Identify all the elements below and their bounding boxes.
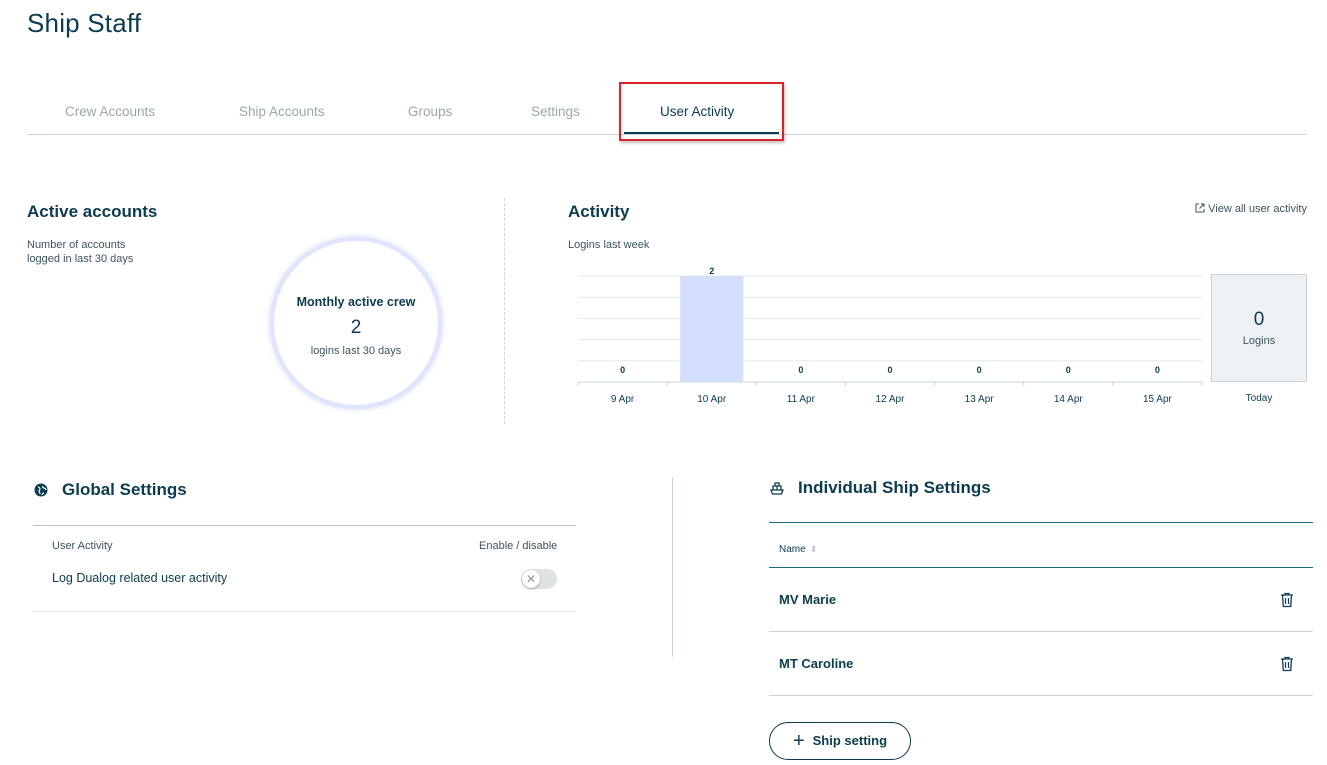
page-title: Ship Staff: [27, 8, 142, 38]
circle-value: 2: [350, 317, 362, 338]
add-ship-setting-button[interactable]: + Ship setting: [769, 722, 911, 760]
divider: [33, 525, 576, 526]
today-logins-value: 0: [1253, 309, 1265, 330]
description-line-1: Number of accounts: [27, 239, 126, 251]
table-row: MT Caroline: [769, 632, 1313, 696]
tab-bar: Crew Accounts Ship Accounts Groups Setti…: [27, 82, 1307, 141]
name-column-header[interactable]: Name ⬍: [779, 544, 817, 555]
enable-column-header: Enable / disable: [479, 540, 558, 552]
x-tick-label: 10 Apr: [697, 394, 727, 405]
x-tick-label: 15 Apr: [1143, 394, 1173, 405]
globe-icon: [34, 483, 48, 497]
bar-value-label: 0: [977, 365, 982, 375]
toggle-off-icon: ✕: [522, 570, 540, 588]
divider: [33, 611, 576, 612]
section-divider: [672, 477, 673, 657]
x-tick-label: 12 Apr: [876, 394, 906, 405]
bar-value-label: 0: [887, 365, 892, 375]
tab-settings[interactable]: Settings: [531, 104, 580, 119]
log-activity-setting-label: Log Dualog related user activity: [52, 571, 228, 585]
activity-title: Activity: [568, 202, 630, 221]
settings-column-header: User Activity: [52, 540, 113, 552]
global-settings-title: Global Settings: [62, 480, 187, 499]
today-logins-label: Logins: [1242, 335, 1276, 347]
x-tick-label: 9 Apr: [611, 394, 635, 405]
add-ship-setting-label: Ship setting: [812, 733, 888, 748]
tab-groups[interactable]: Groups: [408, 104, 452, 119]
today-logins-box: 0 Logins: [1211, 274, 1307, 382]
circle-subtitle: logins last 30 days: [310, 345, 402, 357]
external-link-icon: [1195, 203, 1205, 213]
tab-crew-accounts[interactable]: Crew Accounts: [65, 104, 155, 119]
circle-title: Monthly active crew: [296, 295, 416, 309]
delete-icon[interactable]: [1280, 592, 1294, 608]
monthly-active-crew-circle: Monthly active crew 2 logins last 30 day…: [270, 237, 442, 409]
ship-name: MV Marie: [779, 592, 837, 607]
divider: [769, 522, 1313, 523]
plus-icon: +: [792, 730, 805, 752]
name-column-label: Name: [779, 544, 806, 555]
ship-icon: [770, 482, 784, 495]
active-accounts-title: Active accounts: [27, 202, 158, 221]
x-tick-label: 11 Apr: [787, 394, 816, 405]
x-tick-label: 13 Apr: [965, 394, 995, 405]
active-accounts-description: Number of accounts logged in last 30 day…: [27, 238, 133, 266]
bar-value-label: 2: [709, 266, 714, 276]
delete-icon[interactable]: [1280, 656, 1294, 672]
bar-value-label: 0: [798, 365, 803, 375]
x-tick-label: 14 Apr: [1054, 394, 1084, 405]
logins-bar-chart: 0 9 Apr 2 10 Apr 0 11 Apr 0 12 Apr 0 13 Apr 0 14 Ap…: [577, 266, 1203, 405]
today-axis-label: Today: [1245, 393, 1273, 404]
ship-name: MT Caroline: [779, 656, 854, 671]
section-divider: [504, 198, 505, 424]
activity-subtitle: Logins last week: [568, 239, 650, 251]
description-line-2: logged in last 30 days: [27, 253, 134, 265]
view-all-label: View all user activity: [1208, 203, 1307, 215]
log-activity-toggle[interactable]: ✕: [521, 569, 557, 589]
tab-ship-accounts[interactable]: Ship Accounts: [239, 104, 325, 119]
table-row: MV Marie: [769, 568, 1313, 632]
bar-value-label: 0: [1155, 365, 1160, 375]
view-all-activity-link[interactable]: View all user activity: [1195, 203, 1307, 215]
bar: [680, 276, 744, 382]
bar-value-label: 0: [1066, 365, 1071, 375]
sort-icon: ⬍: [809, 544, 818, 554]
bar-value-label: 0: [620, 365, 625, 375]
tab-user-activity[interactable]: User Activity: [660, 104, 734, 119]
individual-ship-settings-title: Individual Ship Settings: [798, 478, 991, 497]
active-tab-indicator: [624, 132, 779, 134]
